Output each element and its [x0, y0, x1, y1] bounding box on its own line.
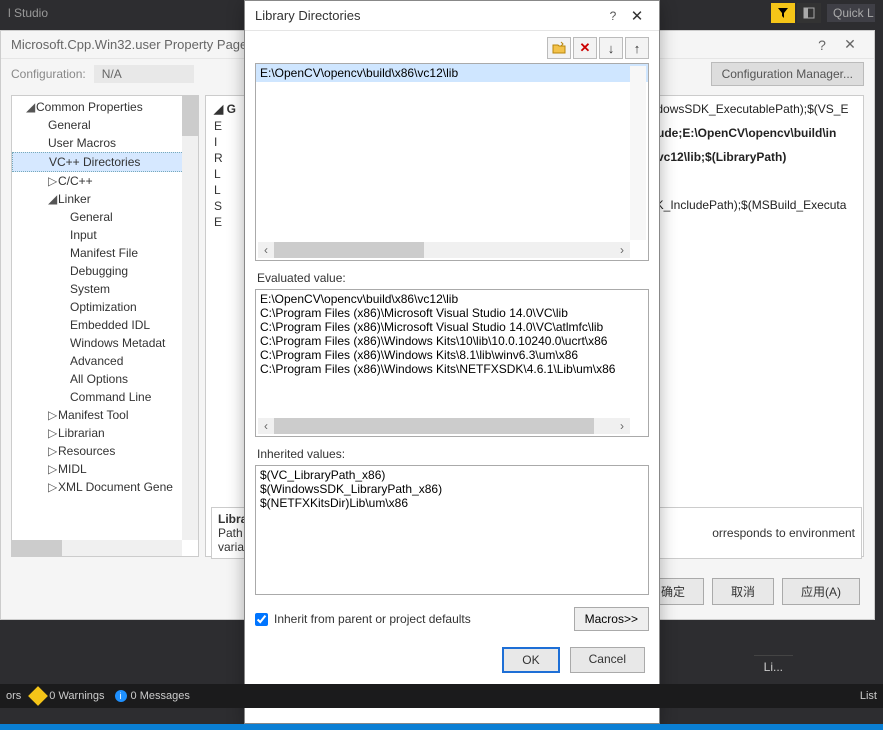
config-value[interactable]: N/A	[94, 65, 194, 83]
pp-cancel-button[interactable]: 取消	[712, 578, 774, 605]
tree-optimization[interactable]: Optimization	[12, 298, 198, 316]
quick-launch-input[interactable]: Quick L	[827, 4, 875, 22]
tree-manifest-tool[interactable]: ▷Manifest Tool	[12, 406, 198, 424]
cancel-button[interactable]: Cancel	[570, 647, 645, 673]
tree-system[interactable]: System	[12, 280, 198, 298]
scroll-right-icon[interactable]: ›	[614, 243, 630, 257]
directories-editbox[interactable]: E:\OpenCV\opencv\build\x86\vc12\lib ‹ ›	[255, 63, 649, 261]
tree-all-options[interactable]: All Options	[12, 370, 198, 388]
inh-line: $(NETFXKitsDir)Lib\um\x86	[260, 496, 644, 510]
scroll-left-icon[interactable]: ‹	[258, 243, 274, 257]
scroll-left-icon[interactable]: ‹	[258, 419, 274, 433]
grid-value: 6\vc12\lib;$(LibraryPath)	[647, 150, 857, 164]
help-icon[interactable]: ?	[601, 9, 625, 23]
inherited-label: Inherited values:	[257, 447, 647, 461]
tree-advanced[interactable]: Advanced	[12, 352, 198, 370]
close-icon[interactable]: ✕	[625, 7, 649, 25]
tree-windows-metadata[interactable]: Windows Metadat	[12, 334, 198, 352]
list-label: List	[860, 690, 877, 702]
warnings-pill[interactable]: 0 Warnings	[31, 689, 104, 703]
tree-vc-directories[interactable]: VC++ Directories	[12, 152, 198, 172]
tree-resources[interactable]: ▷Resources	[12, 442, 198, 460]
grid-value: );	[647, 174, 857, 188]
grid-value: indowsSDK_ExecutablePath);$(VS_E	[647, 102, 857, 116]
error-list-statusbar: ors 0 Warnings i0 Messages List	[0, 684, 883, 708]
scroll-right-icon[interactable]: ›	[614, 419, 630, 433]
close-icon[interactable]: ✕	[836, 36, 864, 53]
tree-scrollbar-h[interactable]	[12, 540, 182, 556]
tree-general[interactable]: General	[12, 116, 198, 134]
evaluated-value-box: E:\OpenCV\opencv\build\x86\vc12\lib C:\P…	[255, 289, 649, 437]
inherit-checkbox[interactable]: Inherit from parent or project defaults	[255, 612, 471, 626]
eval-line: E:\OpenCV\opencv\build\x86\vc12\lib	[260, 292, 644, 306]
delete-icon[interactable]: ✕	[573, 37, 597, 59]
edit-scrollbar-h[interactable]: ‹ ›	[258, 242, 630, 258]
grid-value: DK_IncludePath);$(MSBuild_Executa	[647, 198, 857, 212]
inherited-values-box: $(VC_LibraryPath_x86) $(WindowsSDK_Libra…	[255, 465, 649, 595]
tree-common-properties[interactable]: ◢Common Properties	[12, 98, 198, 116]
help-icon[interactable]: ?	[808, 37, 836, 53]
category-tree[interactable]: ◢Common Properties General User Macros V…	[11, 95, 199, 557]
eval-line: C:\Program Files (x86)\Microsoft Visual …	[260, 306, 644, 320]
evaluated-label: Evaluated value:	[257, 271, 647, 285]
tree-debugging[interactable]: Debugging	[12, 262, 198, 280]
ok-button[interactable]: OK	[502, 647, 559, 673]
eval-line: C:\Program Files (x86)\Windows Kits\8.1\…	[260, 348, 644, 362]
inh-line: $(WindowsSDK_LibraryPath_x86)	[260, 482, 644, 496]
move-up-icon[interactable]: ↑	[625, 37, 649, 59]
tree-manifest-file[interactable]: Manifest File	[12, 244, 198, 262]
pp-apply-button[interactable]: 应用(A)	[782, 578, 860, 605]
tree-xml-doc-gen[interactable]: ▷XML Document Gene	[12, 478, 198, 496]
library-directories-dialog: Library Directories ? ✕ ✕ ↓ ↑ E:\OpenCV\…	[244, 0, 660, 724]
edit-scrollbar-v[interactable]	[630, 66, 646, 240]
tree-linker-input[interactable]: Input	[12, 226, 198, 244]
tree-embedded-idl[interactable]: Embedded IDL	[12, 316, 198, 334]
tree-linker-general[interactable]: General	[12, 208, 198, 226]
bottom-tab[interactable]: Li...	[754, 655, 793, 678]
tree-scrollbar-v[interactable]	[182, 96, 198, 540]
warning-icon	[28, 686, 48, 706]
tree-midl[interactable]: ▷MIDL	[12, 460, 198, 478]
tree-user-macros[interactable]: User Macros	[12, 134, 198, 152]
inherit-checkbox-label: Inherit from parent or project defaults	[274, 612, 471, 626]
errors-pill[interactable]: ors	[6, 690, 21, 702]
tree-command-line[interactable]: Command Line	[12, 388, 198, 406]
eval-scrollbar-h[interactable]: ‹ ›	[258, 418, 630, 434]
tree-ccpp[interactable]: ▷C/C++	[12, 172, 198, 190]
messages-pill[interactable]: i0 Messages	[115, 690, 190, 702]
ld-toolbar: ✕ ↓ ↑	[245, 31, 659, 63]
tree-linker[interactable]: ◢Linker	[12, 190, 198, 208]
ld-titlebar: Library Directories ? ✕	[245, 1, 659, 31]
info-icon: i	[115, 690, 127, 702]
tree-librarian[interactable]: ▷Librarian	[12, 424, 198, 442]
configuration-manager-button[interactable]: Configuration Manager...	[711, 62, 864, 86]
eval-line: C:\Program Files (x86)\Microsoft Visual …	[260, 320, 644, 334]
window-layout-icon[interactable]	[797, 3, 821, 23]
inherit-checkbox-input[interactable]	[255, 613, 268, 626]
eval-line: C:\Program Files (x86)\Windows Kits\NETF…	[260, 362, 644, 376]
config-label: Configuration:	[11, 67, 86, 81]
filter-icon[interactable]	[771, 3, 795, 23]
move-down-icon[interactable]: ↓	[599, 37, 623, 59]
grid-values-column: indowsSDK_ExecutablePath);$(VS_E clude;E…	[647, 102, 857, 222]
eval-line: C:\Program Files (x86)\Windows Kits\10\l…	[260, 334, 644, 348]
directory-entry[interactable]: E:\OpenCV\opencv\build\x86\vc12\lib	[256, 64, 648, 82]
macros-button[interactable]: Macros>>	[574, 607, 649, 631]
ld-title-text: Library Directories	[255, 8, 601, 23]
grid-value: clude;E:\OpenCV\opencv\build\in	[647, 126, 857, 140]
vs-statusbar	[0, 724, 883, 730]
inh-line: $(VC_LibraryPath_x86)	[260, 468, 644, 482]
new-folder-icon[interactable]	[547, 37, 571, 59]
